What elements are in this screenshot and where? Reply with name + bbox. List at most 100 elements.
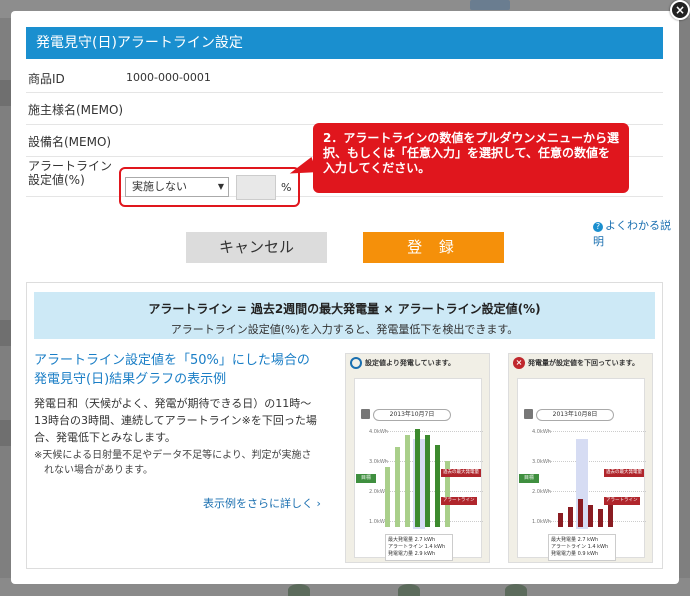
register-button[interactable]: 登 録 bbox=[363, 232, 504, 263]
graph-example-ng: × 発電量が設定値を下回っています。 2013年10月8日 4.0kWh 3.0k… bbox=[508, 353, 653, 563]
legend-label: アラートライン bbox=[388, 544, 424, 550]
formula-banner: アラートライン = 過去2週間の最大発電量 × アラートライン設定値(%) アラ… bbox=[34, 292, 655, 339]
graph-ok-plot: 2013年10月7日 4.0kWh 3.0kWh 2.0kWh 1.0kWh 目… bbox=[354, 378, 483, 561]
chart-bar bbox=[385, 467, 390, 527]
legend-value: 2.7 bbox=[414, 537, 423, 543]
graph-ng-legend: 最大発電量 2.7 kWh アラートライン 1.4 kWh 発電電力量 0.9 … bbox=[548, 534, 616, 561]
grid-line bbox=[546, 461, 646, 462]
chart-bar bbox=[578, 499, 583, 527]
legend-value: 1.4 bbox=[424, 544, 433, 550]
axis-tick-label: 3.0kWh bbox=[532, 459, 551, 465]
highlight-frame bbox=[119, 167, 300, 207]
chart-bar bbox=[415, 429, 420, 527]
product-id-label: 商品ID bbox=[28, 72, 65, 86]
axis-tick-label: 1.0kWh bbox=[532, 519, 551, 525]
instruction-callout: 2．アラートラインの数値をプルダウンメニューから選択、もしくは「任意入力」を選択… bbox=[313, 123, 629, 193]
example-title: アラートライン設定値を「50%」にした場合の発電見守(日)結果グラフの表示例 bbox=[34, 353, 310, 387]
grid-line bbox=[546, 491, 646, 492]
example-note: ※天候による日射量不足やデータ不足等により、判定が実施されない場合があります。 bbox=[34, 450, 312, 476]
grid-line bbox=[546, 431, 646, 432]
chart-bar bbox=[588, 505, 593, 527]
legend-label: 発電電力量 bbox=[388, 551, 414, 557]
graph-ok-heading: 設定値より発電しています。 bbox=[350, 357, 455, 369]
chevron-right-icon: › bbox=[316, 497, 321, 510]
calendar-icon bbox=[524, 409, 533, 419]
legend-value: 1.4 bbox=[587, 544, 596, 550]
owner-row: 施主様名(MEMO) bbox=[26, 93, 663, 125]
axis-tick-label: 2.0kWh bbox=[532, 489, 551, 495]
legend-value: 2.7 bbox=[577, 537, 586, 543]
legend-unit: kWh bbox=[434, 544, 446, 550]
alert-tag: アラートライン bbox=[441, 497, 477, 505]
alert-tag: アラートライン bbox=[604, 497, 640, 505]
max-tag: 過去の最大発電量 bbox=[604, 469, 644, 477]
circle-ok-icon bbox=[350, 357, 362, 369]
axis-tick-label: 4.0kWh bbox=[369, 429, 388, 435]
chart-bar bbox=[598, 509, 603, 527]
help-link-text: よくわかる説明 bbox=[593, 219, 671, 248]
legend-label: 最大発電量 bbox=[551, 537, 577, 543]
alert-setting-label: アラートライン 設定値(%) bbox=[28, 159, 112, 187]
axis-tick-label: 4.0kWh bbox=[532, 429, 551, 435]
explanation-panel: アラートライン = 過去2週間の最大発電量 × アラートライン設定値(%) アラ… bbox=[26, 282, 663, 569]
legend-item: 発電電力量 2.9 kWh bbox=[388, 551, 450, 558]
graph-ok-legend: 最大発電量 2.7 kWh アラートライン 1.4 kWh 発電電力量 2.9 … bbox=[385, 534, 453, 561]
graph-ng-date: 2013年10月8日 bbox=[536, 409, 614, 421]
legend-label: 発電電力量 bbox=[551, 551, 577, 557]
more-example-link-text: 表示例をさらに詳しく bbox=[203, 497, 313, 510]
graph-example-ok: 設定値より発電しています。 2013年10月7日 4.0kWh 3.0kWh 2… bbox=[345, 353, 490, 563]
product-id-value: 1000-000-0001 bbox=[126, 71, 211, 84]
owner-label: 施主様名(MEMO) bbox=[28, 103, 124, 117]
legend-value: 0.9 bbox=[577, 551, 586, 557]
alert-setting-label-line1: アラートライン bbox=[28, 159, 113, 173]
legend-unit: kWh bbox=[424, 551, 436, 557]
cross-icon: × bbox=[513, 357, 525, 369]
legend-unit: kWh bbox=[597, 544, 609, 550]
modal-title: 発電見守(日)アラートライン設定 bbox=[26, 27, 663, 59]
legend-unit: kWh bbox=[587, 551, 599, 557]
close-icon[interactable]: × bbox=[670, 0, 690, 20]
legend-value: 2.9 bbox=[414, 551, 423, 557]
legend-item: アラートライン 1.4 kWh bbox=[551, 544, 613, 551]
goal-tag: 目標 bbox=[356, 474, 376, 483]
graph-ng-heading-text: 発電量が設定値を下回っています。 bbox=[528, 359, 639, 367]
example-description: 発電日和（天候がよく、発電が期待できる日）の11時～13時台の3時間、連続してア… bbox=[34, 397, 317, 444]
legend-item: 最大発電量 2.7 kWh bbox=[388, 537, 450, 544]
background-icon bbox=[505, 584, 527, 596]
goal-tag: 目標 bbox=[519, 474, 539, 483]
alert-setting-label-line2: 設定値(%) bbox=[28, 173, 85, 187]
legend-item: 発電電力量 0.9 kWh bbox=[551, 551, 613, 558]
calendar-icon bbox=[361, 409, 370, 419]
legend-unit: kWh bbox=[587, 537, 599, 543]
axis-tick-label: 3.0kWh bbox=[369, 459, 388, 465]
legend-unit: kWh bbox=[424, 537, 436, 543]
cancel-button[interactable]: キャンセル bbox=[186, 232, 327, 263]
graph-ng-heading: × 発電量が設定値を下回っています。 bbox=[513, 357, 639, 369]
legend-label: アラートライン bbox=[551, 544, 587, 550]
legend-item: アラートライン 1.4 kWh bbox=[388, 544, 450, 551]
graph-ok-heading-text: 設定値より発電しています。 bbox=[365, 359, 455, 367]
chart-bar bbox=[395, 447, 400, 527]
question-icon: ? bbox=[593, 222, 603, 232]
chart-bar bbox=[558, 513, 563, 527]
grid-line bbox=[383, 431, 483, 432]
background-button bbox=[470, 0, 510, 10]
chart-bar bbox=[425, 435, 430, 527]
equipment-label: 設備名(MEMO) bbox=[28, 135, 112, 149]
formula-subtext: アラートライン設定値(%)を入力すると、発電量低下を検出できます。 bbox=[170, 323, 519, 336]
graph-ng-plot: 2013年10月8日 4.0kWh 3.0kWh 2.0kWh 1.0kWh 目… bbox=[517, 378, 646, 561]
help-link[interactable]: ? よくわかる説明 bbox=[593, 217, 679, 249]
alert-line-modal: 発電見守(日)アラートライン設定 商品ID 1000-000-0001 施主様名… bbox=[11, 11, 679, 584]
background-icon bbox=[288, 584, 310, 596]
legend-item: 最大発電量 2.7 kWh bbox=[551, 537, 613, 544]
chart-bar bbox=[405, 435, 410, 527]
product-id-row: 商品ID 1000-000-0001 bbox=[26, 61, 663, 93]
chart-bar bbox=[568, 507, 573, 527]
more-example-link[interactable]: 表示例をさらに詳しく › bbox=[203, 495, 321, 511]
chart-bar bbox=[435, 445, 440, 527]
graph-ok-date: 2013年10月7日 bbox=[373, 409, 451, 421]
formula-text: アラートライン = 過去2週間の最大発電量 × アラートライン設定値(%) bbox=[148, 302, 541, 316]
max-tag: 過去の最大発電量 bbox=[441, 469, 481, 477]
legend-label: 最大発電量 bbox=[388, 537, 414, 543]
background-icon bbox=[398, 584, 420, 596]
